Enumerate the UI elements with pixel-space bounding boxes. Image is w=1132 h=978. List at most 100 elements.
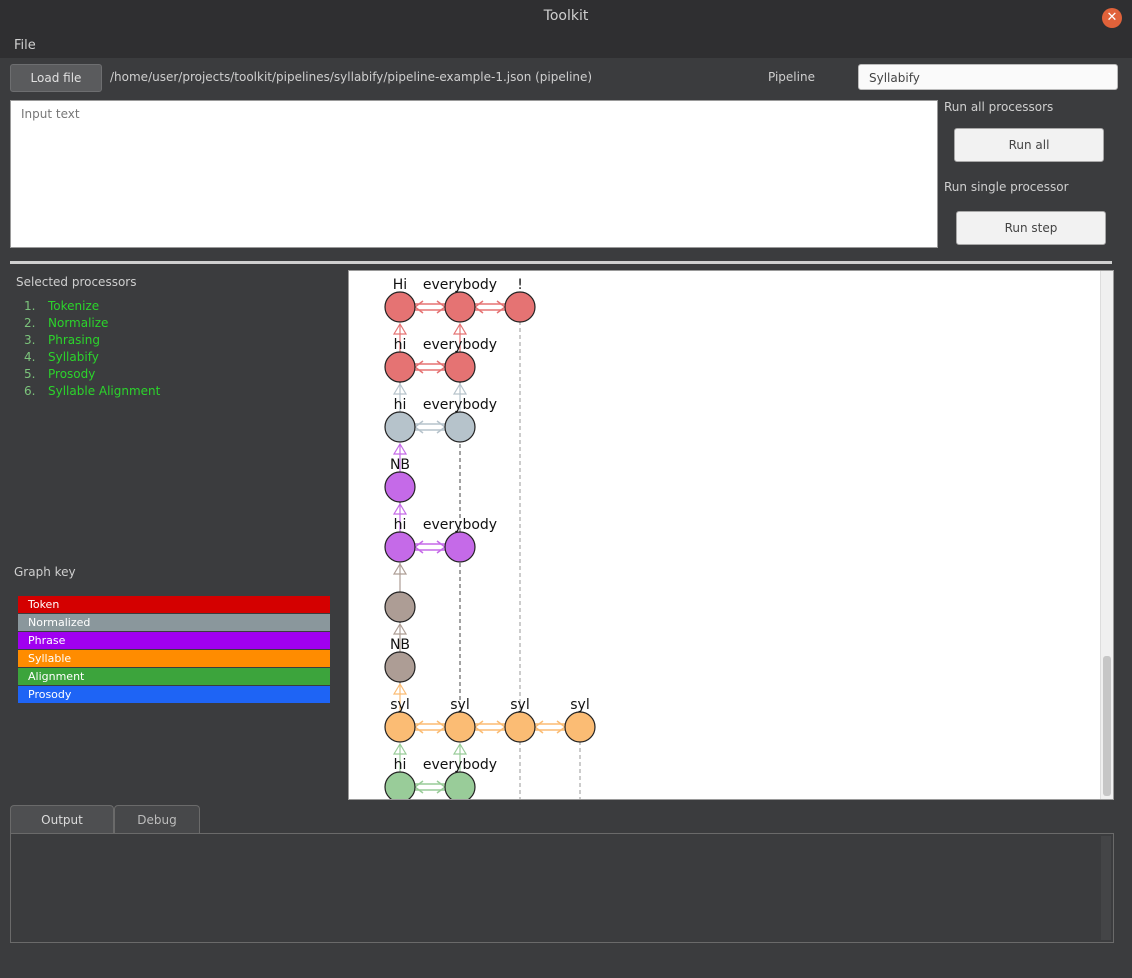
processor-list: 1. Tokenize 2. Normalize 3. Phrasing 4. Syll…	[24, 298, 324, 400]
graph-node	[444, 291, 476, 323]
graph-node	[384, 771, 416, 799]
splitter-handle[interactable]	[10, 261, 1112, 264]
arrow-head	[436, 420, 446, 434]
arrow-head	[414, 420, 424, 434]
arrow-head	[534, 720, 544, 734]
item-number: 6.	[24, 384, 36, 398]
graph-node	[504, 291, 536, 323]
scrollbar-thumb[interactable]	[1103, 656, 1111, 796]
arrow-head	[474, 720, 484, 734]
arrow-head	[436, 780, 446, 794]
tab-debug[interactable]: Debug	[114, 805, 200, 833]
arrow-head	[474, 300, 484, 314]
arrow-head	[436, 540, 446, 554]
arrow-head	[496, 300, 506, 314]
graph-node	[564, 711, 596, 743]
graph-node	[444, 531, 476, 563]
menu-file[interactable]: File	[14, 38, 36, 53]
graph-node	[384, 531, 416, 563]
arrow-head	[414, 300, 424, 314]
graph-view[interactable]: Hi everybody! hi everybody hi everybody NB hi ev…	[348, 270, 1114, 800]
title-bar: Toolkit ✕	[0, 0, 1132, 36]
output-area[interactable]	[10, 833, 1114, 943]
arrow-head	[496, 720, 506, 734]
arrow-head	[414, 360, 424, 374]
legend-item: Token	[18, 596, 330, 613]
run-all-button[interactable]: Run all	[954, 128, 1104, 162]
processor-name: Prosody	[48, 367, 96, 381]
window-title: Toolkit	[543, 8, 589, 24]
list-item[interactable]: 2. Normalize	[24, 315, 324, 332]
arrow-head	[414, 720, 424, 734]
node-label: hi	[394, 397, 407, 413]
graph-node	[504, 711, 536, 743]
graph-node	[444, 771, 476, 799]
output-scrollbar[interactable]	[1101, 836, 1111, 940]
relation-graph: Hi everybody !hi everybodyhi everybodyNBhi ev…	[384, 277, 596, 799]
run-all-label: Run all processors	[944, 100, 1054, 114]
menu-bar: File	[0, 36, 1132, 58]
arrow-head	[556, 720, 566, 734]
item-number: 1.	[24, 299, 36, 313]
arrow-head	[414, 540, 424, 554]
legend-item: Syllable	[18, 650, 330, 667]
node-label: NB	[390, 637, 410, 653]
graph-node	[384, 471, 416, 503]
node-label: syl	[390, 697, 409, 713]
graph-node	[384, 291, 416, 323]
legend-item: Alignment	[18, 668, 330, 685]
list-item[interactable]: 4. Syllabify	[24, 349, 324, 366]
node-label: everybody	[423, 757, 497, 773]
graph-node	[444, 711, 476, 743]
toolbar: Load file /home/user/projects/toolkit/pi…	[0, 58, 1132, 98]
node-label: hi	[394, 757, 407, 773]
node-label: hi	[394, 517, 407, 533]
run-single-label: Run single processor	[944, 180, 1069, 194]
processor-name: Syllabify	[48, 350, 99, 364]
pipeline-select[interactable]: Syllabify	[858, 64, 1118, 90]
graph-node	[444, 351, 476, 383]
graph-node	[384, 351, 416, 383]
list-item[interactable]: 6. Syllable Alignment	[24, 383, 324, 400]
arrow-head	[436, 360, 446, 374]
node-label: NB	[390, 457, 410, 473]
graph-key-label: Graph key	[14, 565, 76, 579]
load-file-button[interactable]: Load file	[10, 64, 102, 92]
node-label: everybody	[423, 397, 497, 413]
processor-name: Tokenize	[48, 299, 100, 313]
file-path-label: /home/user/projects/toolkit/pipelines/sy…	[110, 70, 593, 84]
node-label: syl	[510, 697, 529, 713]
processors-label: Selected processors	[16, 275, 137, 289]
list-item[interactable]: 1. Tokenize	[24, 298, 324, 315]
item-number: 4.	[24, 350, 36, 364]
tab-output[interactable]: Output	[10, 805, 114, 833]
item-number: 2.	[24, 316, 36, 330]
processor-name: Phrasing	[48, 333, 100, 347]
close-icon[interactable]: ✕	[1102, 8, 1122, 28]
graph-scrollbar[interactable]	[1100, 271, 1113, 799]
list-item[interactable]: 3. Phrasing	[24, 332, 324, 349]
node-label: everybody	[423, 337, 497, 353]
list-item[interactable]: 5. Prosody	[24, 366, 324, 383]
node-label: everybody	[423, 277, 497, 293]
legend-item: Phrase	[18, 632, 330, 649]
item-number: 3.	[24, 333, 36, 347]
input-text-area[interactable]: Input text	[10, 100, 938, 248]
pipeline-label: Pipeline	[768, 70, 815, 84]
graph-node	[384, 591, 416, 623]
run-step-button[interactable]: Run step	[956, 211, 1106, 245]
item-number: 5.	[24, 367, 36, 381]
node-label: !	[517, 277, 523, 293]
legend-item: Normalized	[18, 614, 330, 631]
node-label: Hi	[393, 277, 407, 293]
processor-name: Syllable Alignment	[48, 384, 161, 398]
graph-node	[444, 411, 476, 443]
node-label: everybody	[423, 517, 497, 533]
arrow-head	[414, 780, 424, 794]
arrow-head	[436, 300, 446, 314]
node-label: syl	[450, 697, 469, 713]
graph-legend: Token Normalized Phrase Syllable Alignme…	[18, 596, 330, 704]
legend-item: Prosody	[18, 686, 330, 703]
graph-node	[384, 711, 416, 743]
processor-name: Normalize	[48, 316, 109, 330]
